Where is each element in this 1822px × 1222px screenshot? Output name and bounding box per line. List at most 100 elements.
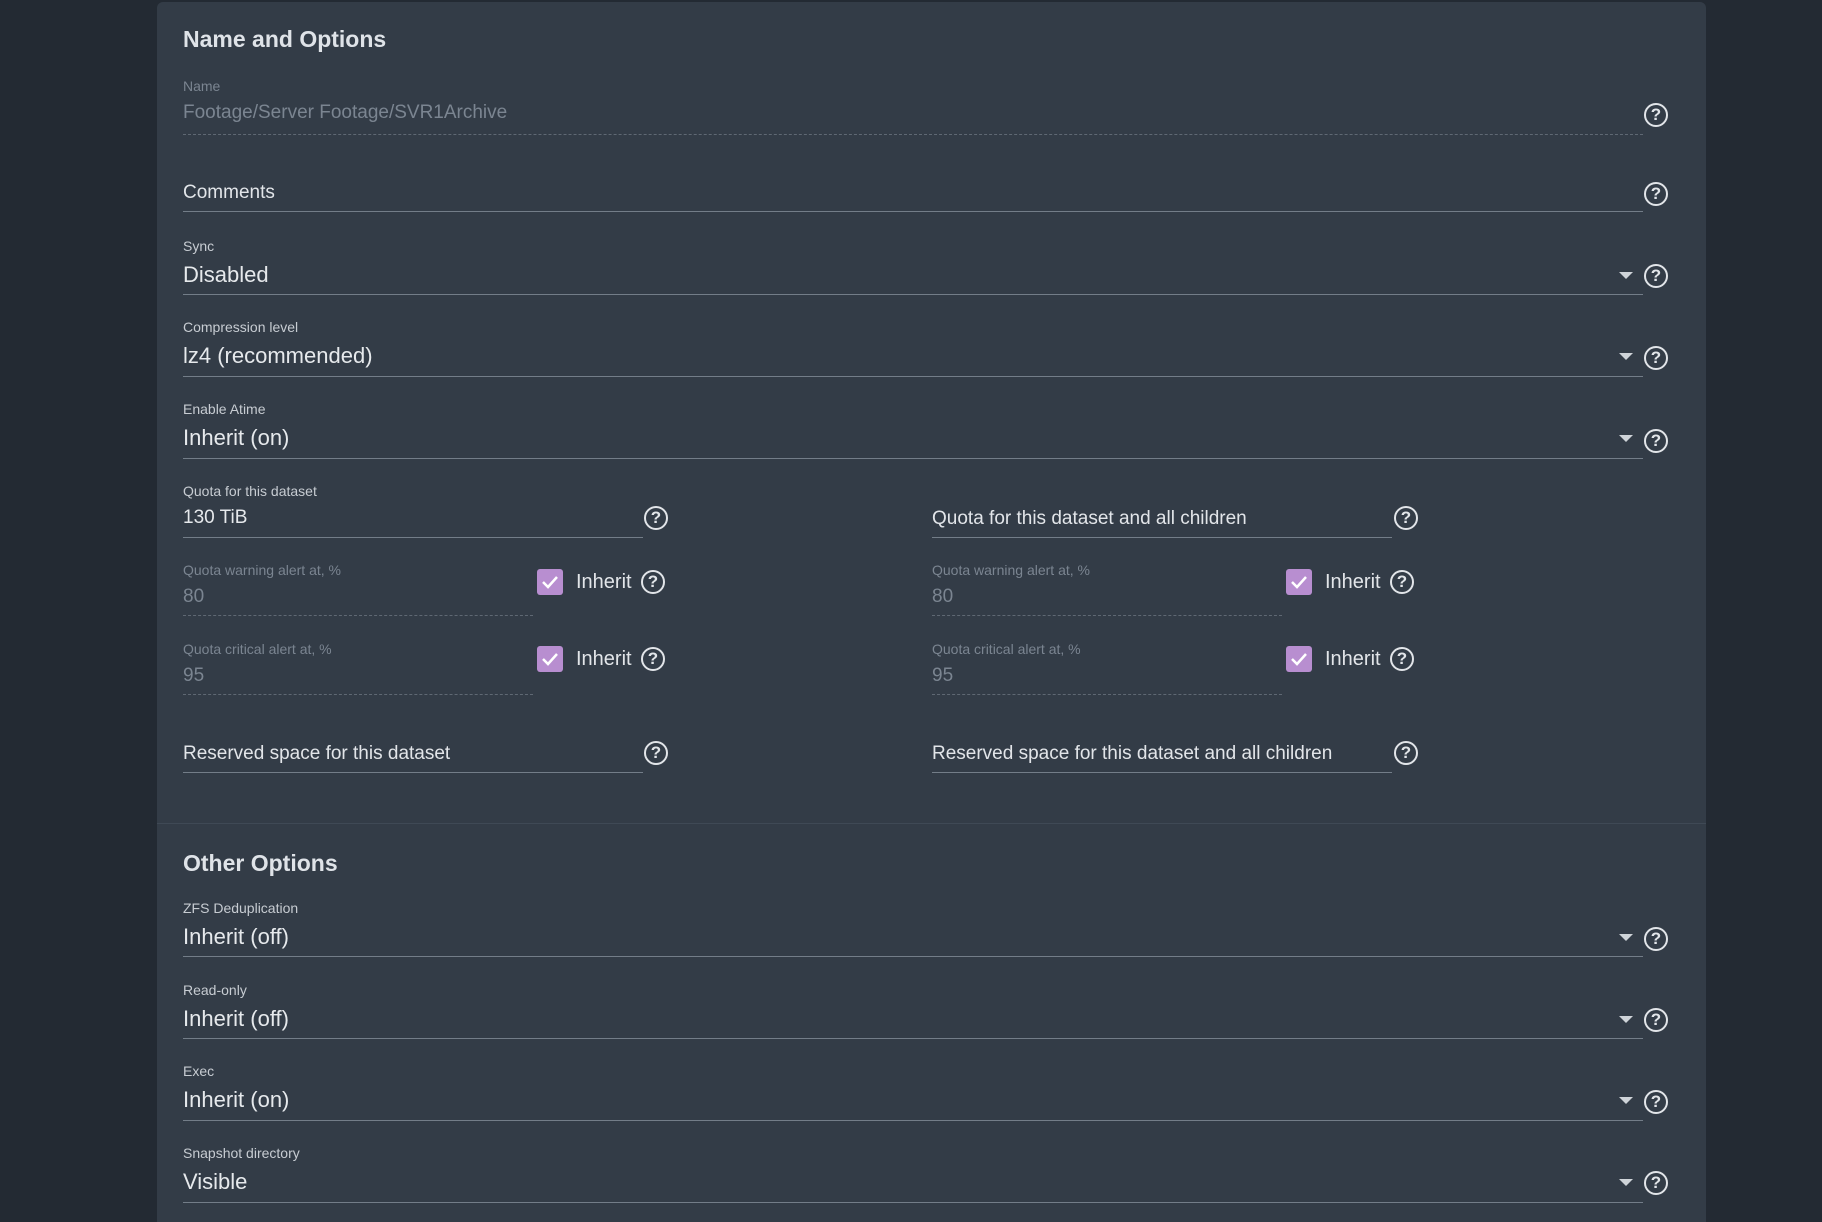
quota-children-warning-input[interactable]: Quota warning alert at, % 80 [932, 562, 1282, 618]
reserved-help-icon[interactable]: ? [644, 741, 668, 765]
checkmark-icon [542, 653, 558, 666]
name-label: Name [183, 78, 221, 94]
exec-chevron-down-icon[interactable] [1619, 1097, 1633, 1104]
quota-underline [183, 537, 643, 538]
quota-children-critical-inherit-label: Inherit [1325, 648, 1381, 670]
checkmark-icon [1291, 653, 1307, 666]
quota-children-warning-underline [932, 615, 1282, 616]
atime-help-icon[interactable]: ? [1644, 429, 1668, 453]
compression-label: Compression level [183, 319, 299, 335]
dedup-chevron-down-icon[interactable] [1619, 934, 1633, 941]
atime-label: Enable Atime [183, 401, 266, 417]
reserved-children-input[interactable]: Reserved space for this dataset and all … [932, 743, 1392, 775]
sync-chevron-down-icon[interactable] [1619, 272, 1633, 279]
sync-select[interactable]: Sync Disabled [183, 238, 1643, 298]
comments-input[interactable]: Comments [183, 182, 1643, 232]
quota-children-warning-inherit-label: Inherit [1325, 571, 1381, 593]
exec-select[interactable]: Exec Inherit (on) [183, 1063, 1643, 1123]
dedup-select[interactable]: ZFS Deduplication Inherit (off) [183, 900, 1643, 960]
readonly-help-icon[interactable]: ? [1644, 1008, 1668, 1032]
snapdir-select[interactable]: Snapshot directory Visible [183, 1145, 1643, 1205]
quota-warning-help-icon[interactable]: ? [641, 570, 665, 594]
quota-warning-value: 80 [183, 586, 205, 607]
quota-children-input[interactable]: Quota for this dataset and all children [932, 508, 1392, 540]
quota-children-warning-label: Quota warning alert at, % [932, 562, 1090, 578]
dataset-form-card: Name and Options Name Footage/Server Foo… [157, 2, 1706, 1222]
quota-children-critical-underline [932, 694, 1282, 695]
quota-children-warning-help-icon[interactable]: ? [1390, 570, 1414, 594]
snapdir-help-icon[interactable]: ? [1644, 1171, 1668, 1195]
compression-help-icon[interactable]: ? [1644, 346, 1668, 370]
name-field: Name Footage/Server Footage/SVR1Archive [183, 78, 1643, 138]
quota-input[interactable]: Quota for this dataset 130 TiB [183, 483, 643, 539]
dedup-value: Inherit (off) [183, 924, 289, 949]
name-value: Footage/Server Footage/SVR1Archive [183, 102, 508, 123]
sync-value: Disabled [183, 262, 269, 287]
exec-value: Inherit (on) [183, 1087, 290, 1112]
dedup-underline [183, 956, 1643, 957]
quota-children-critical-inherit-checkbox[interactable] [1286, 646, 1312, 672]
quota-help-icon[interactable]: ? [644, 506, 668, 530]
compression-value: lz4 (recommended) [183, 343, 373, 368]
dedup-help-icon[interactable]: ? [1644, 927, 1668, 951]
snapdir-value: Visible [183, 1169, 248, 1194]
comments-placeholder: Comments [183, 182, 275, 203]
quota-children-warning-inherit-checkbox[interactable] [1286, 569, 1312, 595]
exec-label: Exec [183, 1063, 215, 1079]
quota-children-warning-value: 80 [932, 586, 954, 607]
dedup-label: ZFS Deduplication [183, 900, 299, 916]
quota-critical-inherit-checkbox[interactable] [537, 646, 563, 672]
reserved-children-placeholder: Reserved space for this dataset and all … [932, 743, 1333, 764]
reserved-input[interactable]: Reserved space for this dataset [183, 743, 643, 775]
quota-critical-inherit-label: Inherit [576, 648, 632, 670]
atime-value: Inherit (on) [183, 425, 290, 450]
quota-children-placeholder: Quota for this dataset and all children [932, 508, 1247, 529]
quota-critical-value: 95 [183, 665, 205, 686]
atime-chevron-down-icon[interactable] [1619, 435, 1633, 442]
section-divider [157, 823, 1706, 824]
sync-help-icon[interactable]: ? [1644, 264, 1668, 288]
quota-warning-inherit-checkbox[interactable] [537, 569, 563, 595]
quota-warning-underline [183, 615, 533, 616]
compression-select[interactable]: Compression level lz4 (recommended) [183, 319, 1643, 379]
quota-children-critical-input[interactable]: Quota critical alert at, % 95 [932, 641, 1282, 697]
reserved-children-underline [932, 772, 1392, 773]
quota-warning-inherit-label: Inherit [576, 571, 632, 593]
quota-children-critical-value: 95 [932, 665, 954, 686]
quota-critical-input[interactable]: Quota critical alert at, % 95 [183, 641, 533, 697]
quota-children-help-icon[interactable]: ? [1394, 506, 1418, 530]
atime-select[interactable]: Enable Atime Inherit (on) [183, 401, 1643, 461]
comments-help-icon[interactable]: ? [1644, 182, 1668, 206]
quota-warning-label: Quota warning alert at, % [183, 562, 341, 578]
reserved-placeholder: Reserved space for this dataset [183, 743, 451, 764]
readonly-select[interactable]: Read-only Inherit (off) [183, 982, 1643, 1042]
readonly-underline [183, 1038, 1643, 1039]
checkmark-icon [1291, 576, 1307, 589]
comments-underline [183, 211, 1643, 212]
quota-label: Quota for this dataset [183, 483, 317, 499]
quota-critical-help-icon[interactable]: ? [641, 647, 665, 671]
name-help-icon[interactable]: ? [1644, 103, 1668, 127]
readonly-chevron-down-icon[interactable] [1619, 1016, 1633, 1023]
reserved-underline [183, 772, 643, 773]
checkmark-icon [542, 576, 558, 589]
section-title-name-options: Name and Options [183, 26, 387, 52]
exec-help-icon[interactable]: ? [1644, 1090, 1668, 1114]
name-underline [183, 134, 1643, 135]
quota-warning-input[interactable]: Quota warning alert at, % 80 [183, 562, 533, 618]
snapdir-underline [183, 1202, 1643, 1203]
sync-underline [183, 294, 1643, 295]
sync-label: Sync [183, 238, 215, 254]
exec-underline [183, 1120, 1643, 1121]
quota-children-critical-label: Quota critical alert at, % [932, 641, 1081, 657]
reserved-children-help-icon[interactable]: ? [1394, 741, 1418, 765]
compression-underline [183, 376, 1643, 377]
quota-value: 130 TiB [183, 507, 248, 528]
quota-critical-label: Quota critical alert at, % [183, 641, 332, 657]
quota-critical-underline [183, 694, 533, 695]
quota-children-underline [932, 537, 1392, 538]
compression-chevron-down-icon[interactable] [1619, 353, 1633, 360]
quota-children-critical-help-icon[interactable]: ? [1390, 647, 1414, 671]
readonly-label: Read-only [183, 982, 247, 998]
snapdir-chevron-down-icon[interactable] [1619, 1179, 1633, 1186]
